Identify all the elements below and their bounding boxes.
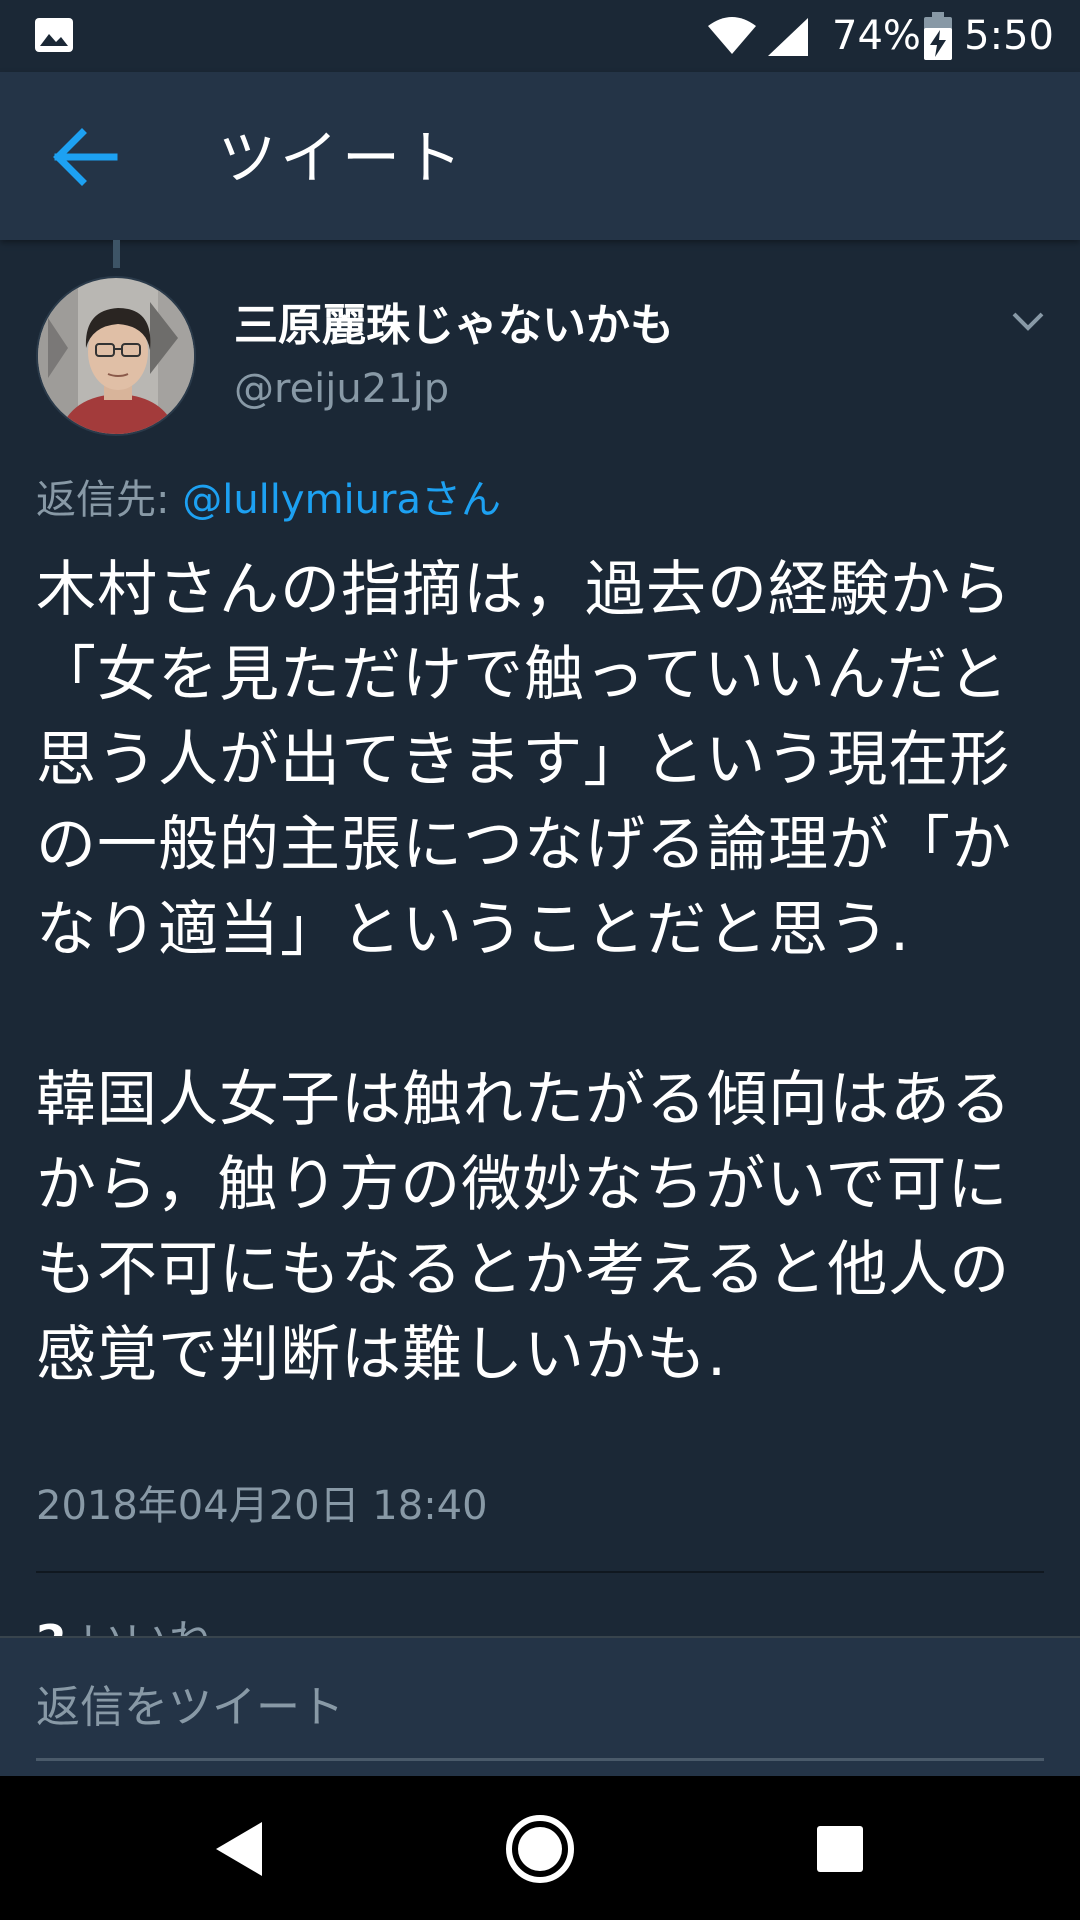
reply-composer[interactable]: 返信をツイート [0, 1636, 1080, 1776]
battery-charging-icon [924, 12, 952, 64]
likes-label: いいね [81, 1616, 213, 1636]
triangle-back-icon [216, 1822, 262, 1876]
tweet-text: 木村さんの指摘は，過去の経験から「女を見ただけで触っていいんだと思う人が出てきま… [36, 555, 1012, 1390]
avatar[interactable] [36, 276, 196, 436]
reply-input-underline [36, 1758, 1044, 1761]
display-name[interactable]: 三原麗珠じゃないかも [234, 300, 674, 352]
signal-icon [766, 16, 810, 62]
system-nav-bar [0, 1776, 1080, 1920]
reply-input[interactable]: 返信をツイート [36, 1682, 344, 1734]
circle-home-icon [506, 1815, 574, 1883]
nav-home-button[interactable] [495, 1804, 585, 1894]
divider [36, 1571, 1044, 1573]
back-button[interactable] [52, 122, 132, 192]
app-bar: ツイート [0, 72, 1080, 240]
reply-to-line: 返信先: @lullymiuraさん [36, 474, 501, 526]
chevron-down-icon [1012, 312, 1044, 331]
likes-stat[interactable]: 2 いいね [36, 1612, 213, 1636]
nav-recents-button[interactable] [795, 1804, 885, 1894]
thread-line [113, 240, 120, 268]
page-title: ツイート [218, 124, 467, 192]
arrow-left-icon [53, 128, 118, 186]
battery-percent: 74% [832, 13, 921, 59]
likes-count: 2 [36, 1616, 67, 1636]
user-handle[interactable]: @reiju21jp [234, 364, 449, 414]
clock: 5:50 [964, 13, 1054, 59]
wifi-icon [706, 14, 758, 60]
status-bar: 74% 5:50 [0, 0, 1080, 72]
square-recents-icon [817, 1826, 863, 1872]
reply-to-mention[interactable]: @lullymiuraさん [182, 477, 501, 523]
reply-to-label: 返信先: [36, 477, 183, 523]
nav-back-button[interactable] [196, 1804, 286, 1894]
tweet-menu-button[interactable] [1010, 306, 1046, 336]
gallery-icon [34, 17, 74, 57]
tweet-timestamp: 2018年04月20日 18:40 [36, 1483, 488, 1529]
